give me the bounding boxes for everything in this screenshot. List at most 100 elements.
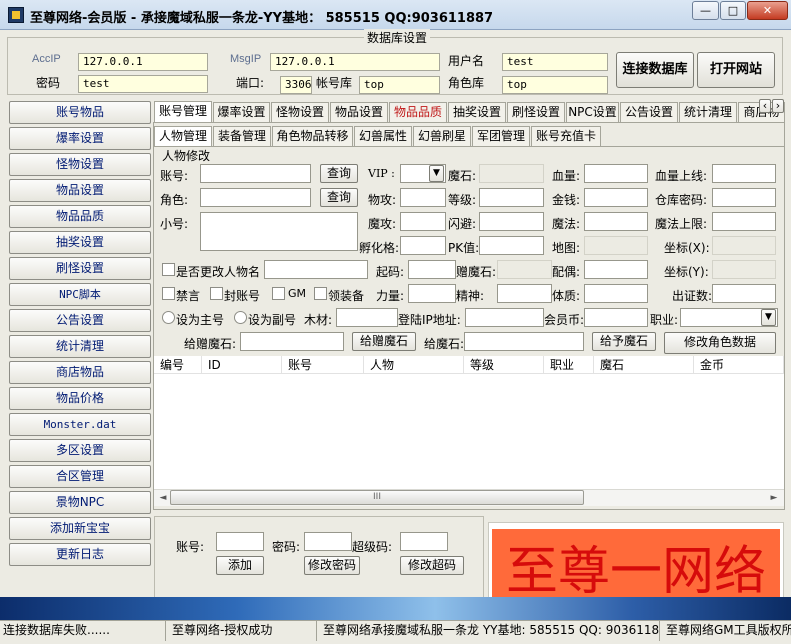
start-code-input[interactable] [408, 260, 456, 279]
set-main-radio[interactable] [162, 311, 175, 324]
scroll-left-icon[interactable]: ◄ [157, 492, 169, 504]
tab-monster[interactable]: 怪物设置 [271, 102, 329, 122]
query-role-button[interactable]: 查询 [320, 188, 358, 207]
sidebar-item-account-items[interactable]: 账号物品 [9, 101, 151, 124]
mana-input[interactable] [584, 212, 648, 231]
sidebar-item-monster[interactable]: 怪物设置 [9, 153, 151, 176]
modify-super-code-button[interactable]: 修改超码 [400, 556, 464, 575]
title-bar[interactable]: 至尊网络-会员版 - 承接魔域私服一条龙-YY基地： 585515 QQ:903… [0, 0, 791, 30]
set-alt-radio[interactable] [234, 311, 247, 324]
grid-header-no[interactable]: 编号 [154, 356, 202, 374]
tab-item-settings[interactable]: 物品设置 [330, 102, 388, 122]
grid-header-gold[interactable]: 金币 [694, 356, 784, 374]
pk-input[interactable] [479, 236, 544, 255]
subtab-pet-star[interactable]: 幻兽刷星 [413, 126, 471, 146]
change-name-input[interactable] [264, 260, 368, 279]
sidebar-item-scenery-npc[interactable]: 景物NPC [9, 491, 151, 514]
chevron-down-icon[interactable]: ▼ [429, 165, 444, 182]
tab-stats-cleanup[interactable]: 统计清理 [679, 102, 737, 122]
sidebar-item-merge-zone[interactable]: 合区管理 [9, 465, 151, 488]
spirit-input[interactable] [497, 284, 552, 303]
warehouse-pwd-input[interactable] [712, 188, 776, 207]
new-account-input[interactable] [216, 532, 264, 551]
job-select[interactable]: ▼ [680, 308, 778, 327]
sidebar-item-monster-dat[interactable]: Monster.dat [9, 413, 151, 436]
give-mojing-button[interactable]: 给予魔石 [592, 332, 656, 351]
tab-announcement[interactable]: 公告设置 [620, 102, 678, 122]
new-password-input[interactable] [304, 532, 352, 551]
role-db-field[interactable]: top [502, 76, 608, 94]
tab-item-quality[interactable]: 物品品质 [389, 102, 447, 122]
mogong-input[interactable] [400, 212, 446, 231]
mana-max-input[interactable] [712, 212, 776, 231]
tab-npc[interactable]: NPC设置 [566, 102, 619, 122]
grid-header-character[interactable]: 人物 [364, 356, 464, 374]
sidebar-item-item-quality[interactable]: 物品品质 [9, 205, 151, 228]
sidebar-item-multi-zone[interactable]: 多区设置 [9, 439, 151, 462]
sidebar-item-spawn[interactable]: 刷怪设置 [9, 257, 151, 280]
hatch-input[interactable] [400, 236, 446, 255]
sidebar-item-stats-cleanup[interactable]: 统计清理 [9, 335, 151, 358]
give-gift-mojing-input[interactable] [240, 332, 344, 351]
grid-header-level[interactable]: 等级 [464, 356, 544, 374]
ban-account-checkbox[interactable] [210, 287, 223, 300]
grid-header-id[interactable]: ID [202, 356, 282, 374]
sidebar-item-shop-items[interactable]: 商店物品 [9, 361, 151, 384]
password-field[interactable]: test [78, 75, 208, 93]
equip-checkbox[interactable] [314, 287, 327, 300]
sidebar-item-drop-rate[interactable]: 爆率设置 [9, 127, 151, 150]
strength-input[interactable] [408, 284, 456, 303]
hp-max-input[interactable] [712, 164, 776, 183]
alt-textarea[interactable] [200, 212, 358, 251]
sidebar-item-lottery[interactable]: 抽奖设置 [9, 231, 151, 254]
dodge-input[interactable] [479, 212, 544, 231]
tab-drop-rate[interactable]: 爆率设置 [213, 102, 270, 122]
gm-checkbox[interactable] [272, 287, 285, 300]
close-button[interactable]: ✕ [747, 1, 788, 20]
minimize-button[interactable]: — [692, 1, 719, 20]
subtab-recharge-card[interactable]: 账号充值卡 [531, 126, 601, 146]
login-ip-input[interactable] [465, 308, 544, 327]
tab-spawn[interactable]: 刷怪设置 [507, 102, 565, 122]
port-field[interactable]: 3306 [280, 76, 312, 94]
grid-header-job[interactable]: 职业 [544, 356, 594, 374]
sidebar-item-item-price[interactable]: 物品价格 [9, 387, 151, 410]
money-input[interactable] [584, 188, 648, 207]
give-gift-mojing-button[interactable]: 给赠魔石 [352, 332, 416, 351]
subtab-character[interactable]: 人物管理 [154, 126, 212, 146]
vip-select[interactable]: ▼ [400, 164, 446, 183]
level-input[interactable] [479, 188, 544, 207]
subtab-equipment[interactable]: 装备管理 [213, 126, 271, 146]
subtab-pet-attributes[interactable]: 幻兽属性 [354, 126, 412, 146]
open-website-button[interactable]: 打开网站 [697, 52, 775, 88]
account-db-field[interactable]: top [359, 76, 440, 94]
add-account-button[interactable]: 添加 [216, 556, 264, 575]
tab-account-management[interactable]: 账号管理 [154, 101, 212, 123]
scroll-right-icon[interactable]: ► [768, 492, 780, 504]
role-input[interactable] [200, 188, 311, 207]
modify-character-button[interactable]: 修改角色数据 [664, 332, 776, 354]
modify-password-button[interactable]: 修改密码 [304, 556, 360, 575]
grid-header-mojing[interactable]: 魔石 [594, 356, 694, 374]
sidebar-item-announcement[interactable]: 公告设置 [9, 309, 151, 332]
sidebar-item-add-pet[interactable]: 添加新宝宝 [9, 517, 151, 540]
maximize-button[interactable]: □ [720, 1, 746, 20]
tab-scroll-right-button[interactable]: › [772, 99, 784, 113]
connect-db-button[interactable]: 连接数据库 [616, 52, 694, 88]
cert-count-input[interactable] [712, 284, 776, 303]
super-code-input[interactable] [400, 532, 448, 551]
sidebar-item-changelog[interactable]: 更新日志 [9, 543, 151, 566]
chevron-down-icon[interactable]: ▼ [761, 309, 776, 326]
tab-scroll-left-button[interactable]: ‹ [759, 99, 771, 113]
spouse-input[interactable] [584, 260, 648, 279]
msg-ip-field[interactable]: 127.0.0.1 [270, 53, 440, 71]
subtab-legion[interactable]: 军团管理 [472, 126, 530, 146]
character-grid[interactable] [154, 356, 784, 506]
sidebar-item-item-settings[interactable]: 物品设置 [9, 179, 151, 202]
grid-header-account[interactable]: 账号 [282, 356, 364, 374]
hp-input[interactable] [584, 164, 648, 183]
account-input[interactable] [200, 164, 311, 183]
username-field[interactable]: test [502, 53, 608, 71]
wood-input[interactable] [336, 308, 398, 327]
give-mojing-input[interactable] [464, 332, 584, 351]
